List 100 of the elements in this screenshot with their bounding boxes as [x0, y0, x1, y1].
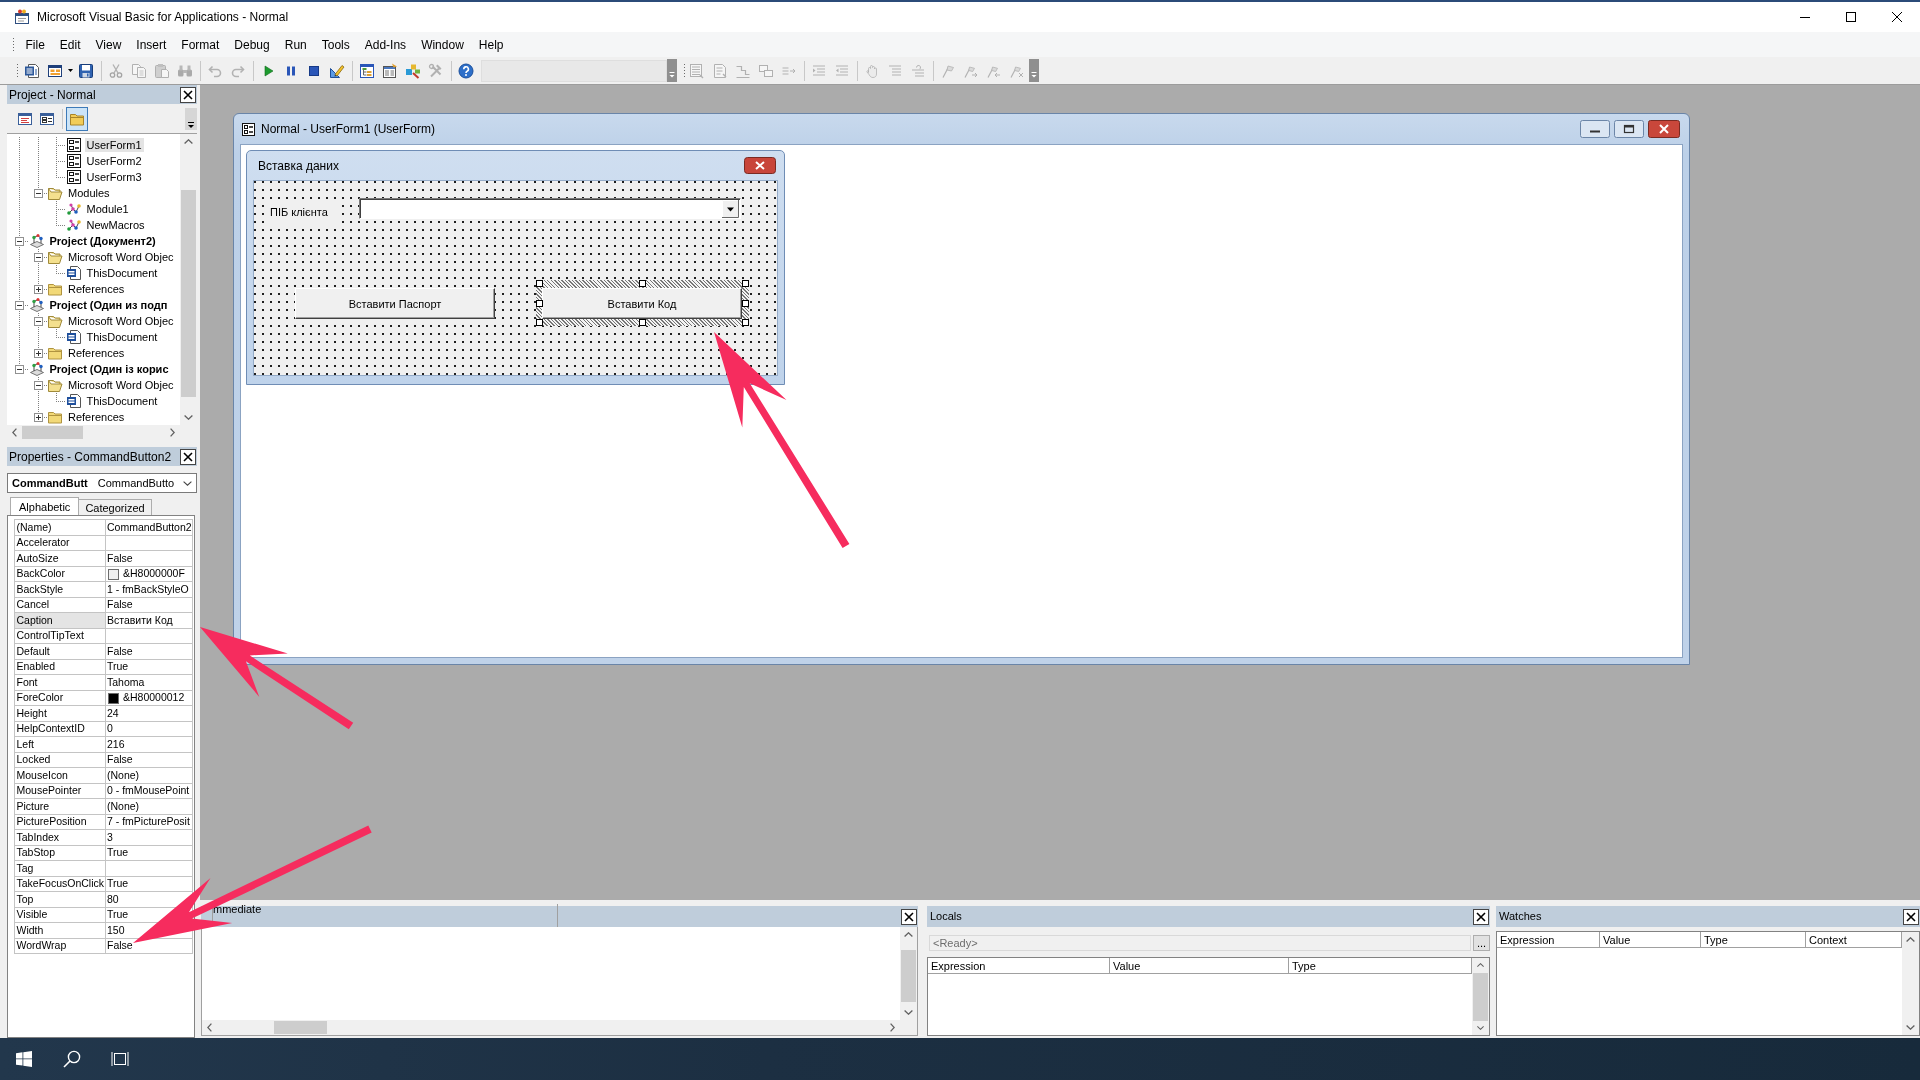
- maximize-icon[interactable]: [1614, 120, 1644, 138]
- tree-item[interactable]: UserForm2: [84, 154, 144, 168]
- resize-handle[interactable]: [639, 319, 646, 326]
- tree-item[interactable]: Modules: [66, 186, 112, 200]
- property-value[interactable]: 80: [107, 892, 119, 905]
- scrollbar-thumb[interactable]: [901, 950, 916, 1002]
- property-name[interactable]: WordWrap: [14, 938, 105, 954]
- property-name[interactable]: Height: [14, 705, 105, 721]
- minus-box-icon[interactable]: [15, 301, 24, 310]
- chevron-right-icon[interactable]: [890, 1023, 895, 1032]
- chevron-left-icon[interactable]: [12, 428, 17, 437]
- property-value[interactable]: 0: [107, 722, 113, 735]
- property-name[interactable]: MousePointer: [14, 783, 105, 799]
- plus-box-icon[interactable]: [33, 349, 43, 358]
- property-name[interactable]: PicturePosition: [14, 814, 105, 830]
- menu-item[interactable]: Add-Ins: [357, 35, 414, 54]
- minus-box-icon[interactable]: [15, 365, 24, 374]
- property-value[interactable]: 3: [107, 830, 113, 843]
- column-header[interactable]: Value: [1600, 932, 1701, 948]
- tree-item[interactable]: References: [66, 410, 127, 424]
- menu-item[interactable]: Format: [173, 35, 227, 54]
- close-icon[interactable]: [1892, 12, 1902, 22]
- grip-icon[interactable]: [12, 37, 15, 52]
- menu-item[interactable]: Insert: [128, 35, 174, 54]
- scrollbar-thumb[interactable]: [22, 426, 83, 439]
- scrollbar-thumb[interactable]: [1473, 973, 1488, 1021]
- minus-box-icon[interactable]: [33, 317, 43, 326]
- shapes-icon[interactable]: [405, 62, 421, 79]
- column-header[interactable]: Type: [1701, 932, 1806, 948]
- property-name[interactable]: Default: [14, 643, 105, 659]
- object-dropdown[interactable]: CommandButt CommandButto: [7, 473, 197, 493]
- caret-down-icon[interactable]: [68, 69, 73, 72]
- chevron-down-icon[interactable]: [183, 480, 192, 486]
- dropdown-arrow-icon[interactable]: [722, 200, 739, 218]
- save-icon[interactable]: [78, 62, 94, 79]
- tree-item[interactable]: Project (Документ2): [47, 234, 158, 248]
- property-name[interactable]: Enabled: [14, 659, 105, 675]
- column-header[interactable]: Expression: [928, 958, 1110, 974]
- tree-item[interactable]: ThisDocument: [84, 266, 160, 280]
- property-name[interactable]: Font: [14, 674, 105, 690]
- tree-item[interactable]: References: [66, 346, 127, 360]
- property-name[interactable]: TakeFocusOnClick: [14, 876, 105, 892]
- tree-item[interactable]: References: [66, 282, 127, 296]
- close-icon[interactable]: [180, 86, 196, 103]
- list-window-icon[interactable]: [382, 62, 398, 79]
- tree-window-icon[interactable]: [359, 62, 375, 79]
- minus-box-icon[interactable]: [33, 381, 43, 390]
- property-value[interactable]: 24: [107, 706, 119, 719]
- toolbar-chevron-icon[interactable]: [185, 107, 197, 130]
- chevron-right-icon[interactable]: [170, 428, 175, 437]
- tree-item[interactable]: ThisDocument: [84, 330, 160, 344]
- start-icon[interactable]: [16, 1051, 32, 1067]
- property-value[interactable]: 150: [107, 923, 125, 936]
- chevron-down-icon[interactable]: [184, 415, 193, 420]
- plus-box-icon[interactable]: [33, 413, 43, 422]
- property-name[interactable]: Tag: [14, 860, 105, 876]
- property-name[interactable]: BackColor: [14, 566, 105, 582]
- form-window-icon[interactable]: [39, 110, 55, 127]
- resize-handle[interactable]: [536, 319, 543, 326]
- menu-item[interactable]: Tools: [314, 35, 358, 54]
- resize-handle[interactable]: [742, 280, 749, 287]
- maximize-icon[interactable]: [1846, 12, 1856, 22]
- chevron-up-icon[interactable]: [184, 139, 193, 144]
- tree-item[interactable]: Microsoft Word Objec: [66, 314, 176, 328]
- close-icon[interactable]: [901, 908, 917, 925]
- tree-item[interactable]: Microsoft Word Objec: [66, 378, 176, 392]
- menu-item[interactable]: Run: [277, 35, 315, 54]
- scrollbar-thumb[interactable]: [181, 190, 196, 397]
- tree-item[interactable]: UserForm1: [84, 138, 144, 152]
- tree-item[interactable]: Project (Один із корис: [47, 362, 171, 376]
- chevron-down-icon[interactable]: [1476, 1026, 1485, 1030]
- command-button[interactable]: Вставити Код: [542, 288, 742, 319]
- column-header[interactable]: Context: [1806, 932, 1902, 948]
- grip-icon[interactable]: [16, 63, 19, 78]
- property-name[interactable]: Visible: [14, 907, 105, 923]
- property-name[interactable]: (Name): [14, 519, 105, 535]
- property-name[interactable]: AutoSize: [14, 550, 105, 566]
- help-icon[interactable]: [458, 62, 474, 79]
- tree-item[interactable]: UserForm3: [84, 170, 144, 184]
- resize-handle[interactable]: [536, 280, 543, 287]
- minus-box-icon[interactable]: [33, 253, 43, 262]
- scrollbar-thumb[interactable]: [274, 1021, 327, 1034]
- property-name[interactable]: Locked: [14, 752, 105, 768]
- close-icon[interactable]: [1473, 908, 1489, 925]
- column-header[interactable]: Expression: [1497, 932, 1600, 948]
- tree-item[interactable]: Module1: [84, 202, 131, 216]
- chevron-up-icon[interactable]: [904, 932, 913, 937]
- property-name[interactable]: MouseIcon: [14, 767, 105, 783]
- menu-item[interactable]: Help: [471, 35, 511, 54]
- code-window-icon[interactable]: [17, 110, 33, 127]
- combo-box[interactable]: [359, 198, 741, 219]
- resize-handle[interactable]: [742, 299, 749, 307]
- search-icon[interactable]: [63, 1050, 81, 1068]
- menu-item[interactable]: View: [88, 35, 129, 54]
- property-value[interactable]: 216: [107, 737, 125, 750]
- property-name[interactable]: ForeColor: [14, 690, 105, 706]
- menu-item[interactable]: Window: [413, 35, 472, 54]
- property-name[interactable]: TabIndex: [14, 829, 105, 845]
- ellipsis-button[interactable]: ...: [1473, 935, 1490, 951]
- resize-handle[interactable]: [536, 299, 543, 307]
